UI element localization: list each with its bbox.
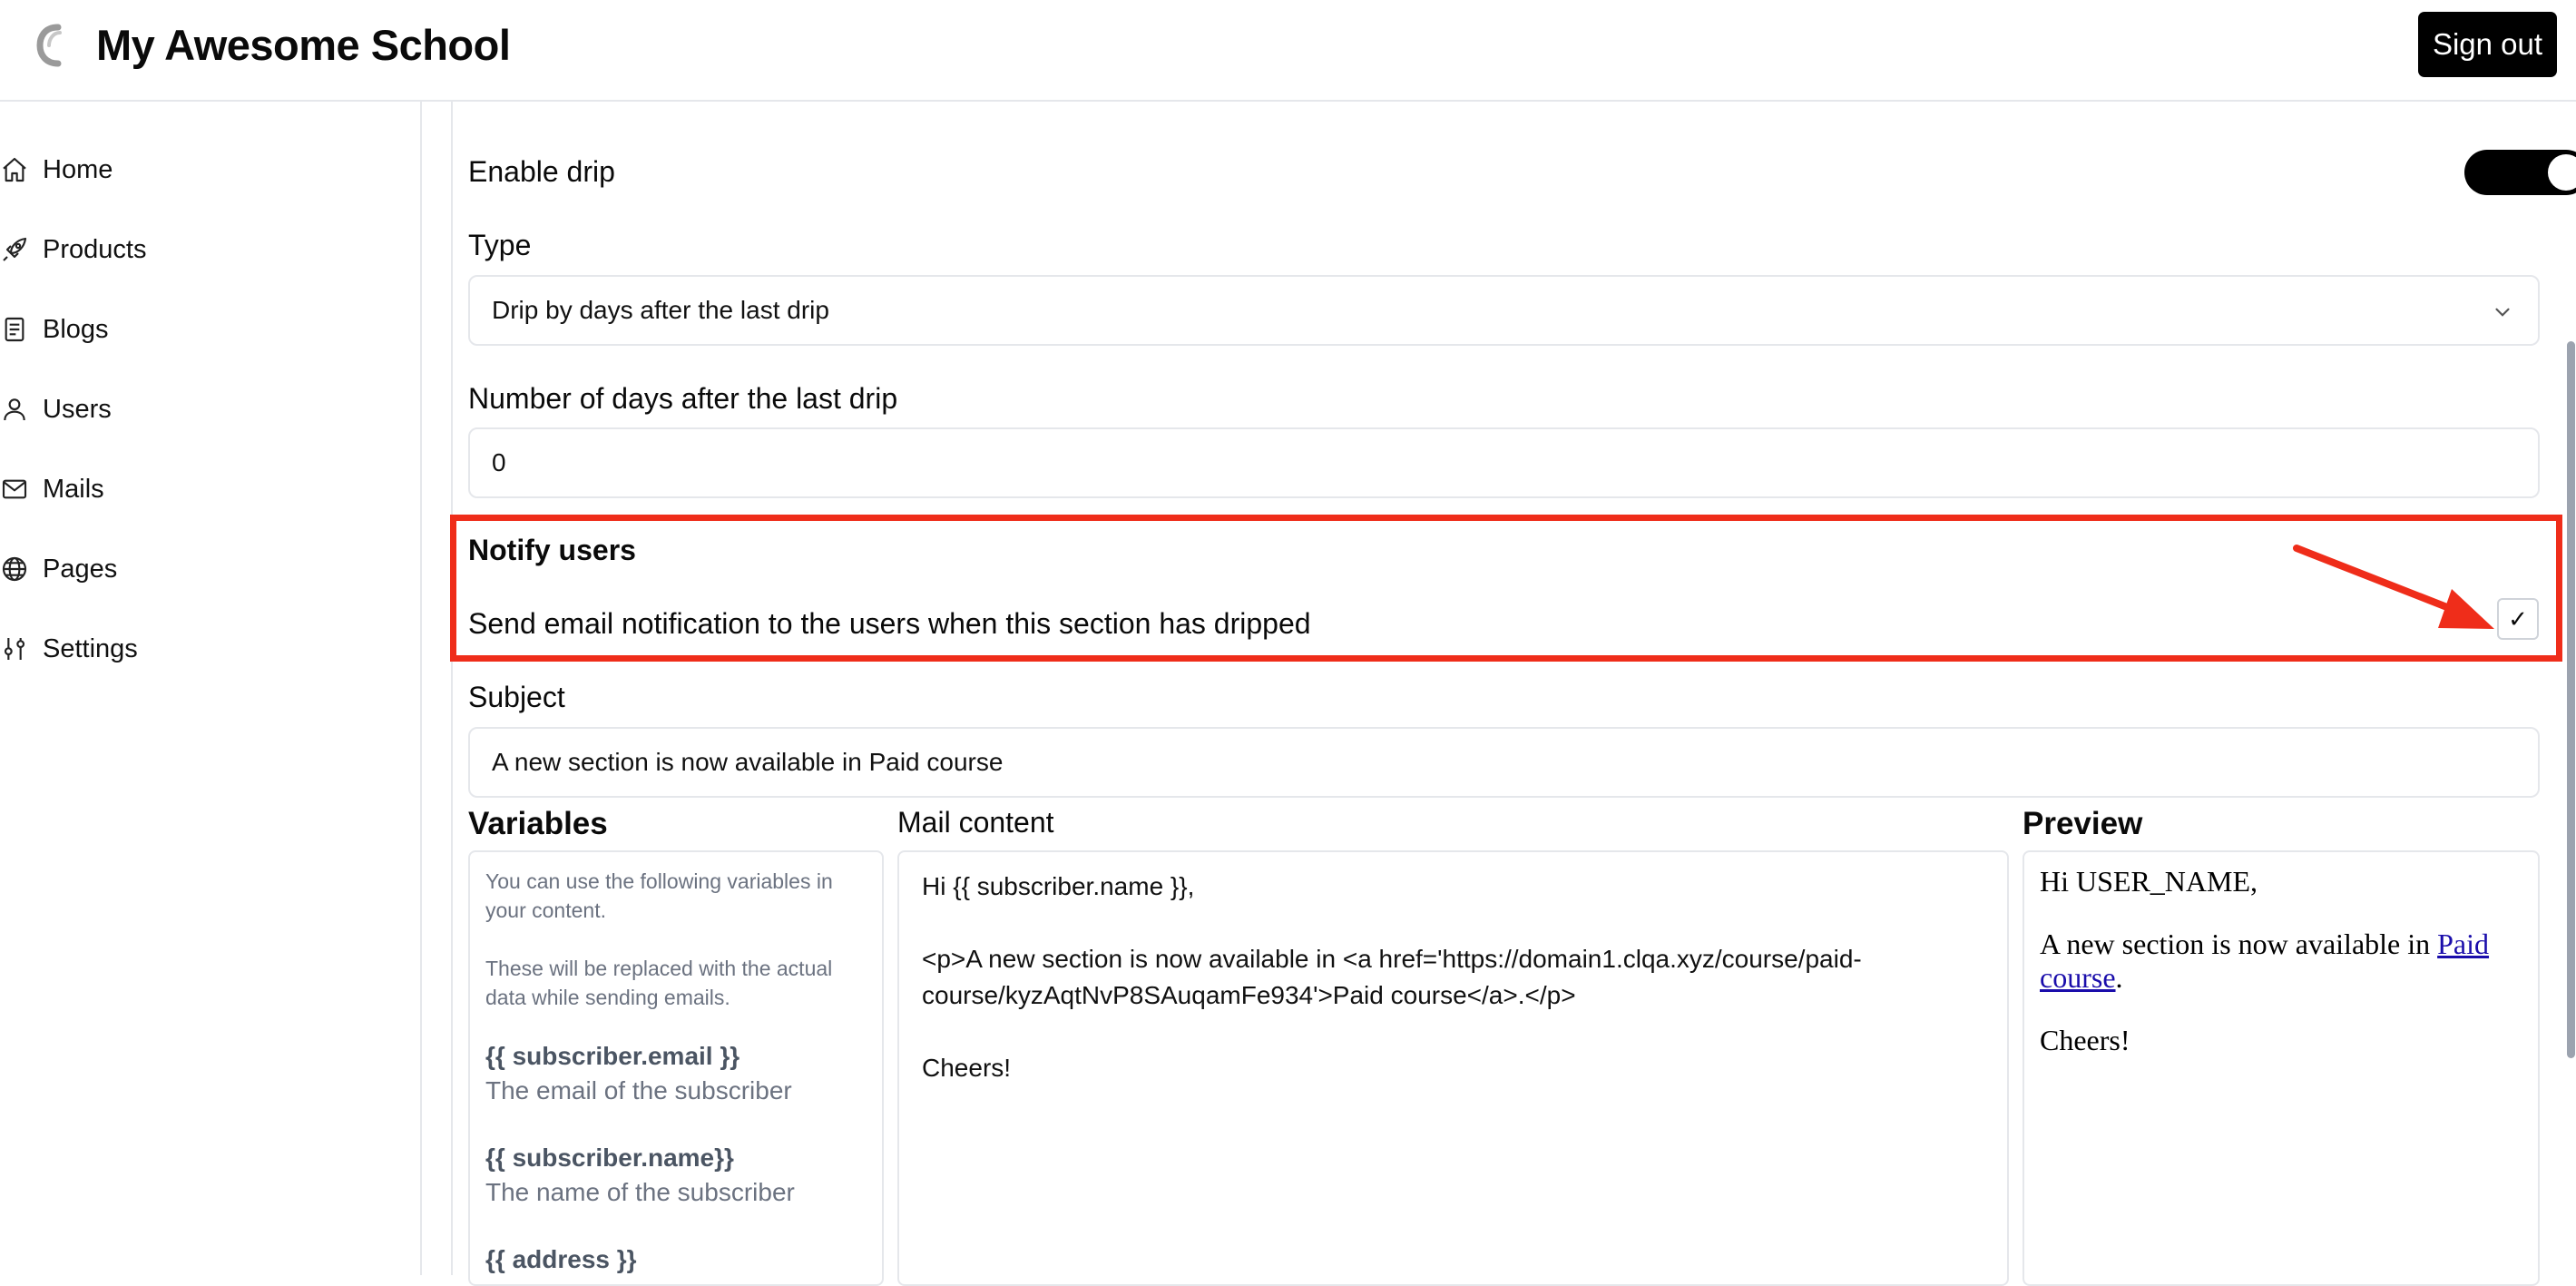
preview-body: A new section is now available in Paid c… (2040, 928, 2521, 995)
sidebar-item-label: Pages (43, 554, 118, 584)
rocket-icon (3, 237, 27, 261)
preview-title: Preview (2023, 806, 2143, 841)
mail-line: Cheers! (922, 1054, 1012, 1082)
sliders-icon (4, 638, 25, 660)
sidebar-item-pages[interactable]: Pages (0, 542, 399, 596)
enable-drip-toggle[interactable] (2464, 150, 2576, 195)
notify-description: Send email notification to the users whe… (468, 607, 1311, 640)
variable-description: The name of the subscriber (485, 1178, 795, 1206)
variable-name: {{ address }} (485, 1245, 637, 1273)
logo-icon (36, 24, 62, 67)
preview-panel: Hi USER_NAME, A new section is now avail… (2023, 850, 2540, 1286)
subject-input[interactable]: A new section is now available in Paid c… (468, 727, 2540, 798)
mail-content-text: Hi {{ subscriber.name }}, <p>A new secti… (922, 869, 1993, 1086)
sidebar-item-label: Mails (43, 474, 104, 504)
subject-input-value: A new section is now available in Paid c… (492, 748, 1004, 776)
sidebar-item-settings[interactable]: Settings (0, 622, 399, 676)
home-icon (3, 157, 26, 182)
notify-checkbox[interactable]: ✓ (2497, 598, 2539, 640)
chevron-down-icon (2495, 308, 2510, 317)
days-input-value: 0 (492, 448, 506, 476)
enable-drip-label: Enable drip (468, 155, 615, 188)
school-name: My Awesome School (96, 21, 511, 69)
variables-title: Variables (468, 806, 608, 841)
type-select[interactable]: Drip by days after the last drip (468, 275, 2540, 346)
toggle-knob (2548, 154, 2576, 191)
scrollbar[interactable] (2567, 341, 2575, 1058)
sidebar: Home Products Blogs Users Mails Pages Se… (0, 102, 422, 1275)
preview-body-suffix: . (2115, 961, 2123, 994)
sidebar-item-label: Settings (43, 633, 138, 663)
notify-title: Notify users (468, 534, 636, 566)
globe-icon (2, 556, 27, 582)
variables-intro-1: You can use the following variables in y… (485, 869, 833, 922)
sidebar-item-users[interactable]: Users (0, 382, 399, 437)
variable-name: {{ subscriber.name}} (485, 1144, 734, 1172)
mail-line: Hi {{ subscriber.name }}, (922, 872, 1195, 900)
sidebar-item-products[interactable]: Products (0, 222, 399, 277)
preview-greeting: Hi USER_NAME, (2040, 865, 2258, 898)
sidebar-item-label: Products (43, 234, 147, 264)
preview-body-text: A new section is now available in (2040, 928, 2431, 960)
sidebar-item-label: Blogs (43, 314, 109, 344)
subject-label: Subject (468, 681, 565, 713)
mail-content-title: Mail content (897, 806, 1054, 839)
preview-signoff: Cheers! (2040, 1024, 2130, 1056)
variable-description: The email of the subscriber (485, 1076, 792, 1104)
variables-intro-2: These will be replaced with the actual d… (485, 957, 833, 1009)
top-header: My Awesome School Sign out (0, 0, 2576, 102)
mail-line: course/kyzAqtNvP8SAuqamFe934'>Paid cours… (922, 981, 1576, 1009)
type-select-value: Drip by days after the last drip (492, 296, 829, 324)
checkmark-icon: ✓ (2508, 604, 2528, 633)
sign-out-button[interactable]: Sign out (2418, 12, 2557, 77)
type-label: Type (468, 229, 532, 261)
sidebar-item-label: Home (43, 154, 113, 184)
sidebar-item-mails[interactable]: Mails (0, 462, 399, 516)
variables-panel: You can use the following variables in y… (468, 850, 884, 1286)
sidebar-item-label: Users (43, 394, 112, 424)
mail-line: <p>A new section is now available in <a … (922, 945, 1862, 973)
mail-icon (2, 479, 27, 499)
mail-content-editor[interactable]: Hi {{ subscriber.name }}, <p>A new secti… (897, 850, 2009, 1286)
sidebar-item-home[interactable]: Home (0, 142, 399, 197)
variables-content: You can use the following variables in y… (485, 867, 867, 1277)
preview-content: Hi USER_NAME, A new section is now avail… (2040, 865, 2521, 1057)
days-label: Number of days after the last drip (468, 382, 898, 415)
variable-name: {{ subscriber.email }} (485, 1042, 740, 1070)
sidebar-item-blogs[interactable]: Blogs (0, 302, 399, 357)
user-icon (4, 398, 25, 421)
main-content: Enable drip Type Drip by days after the … (424, 102, 2576, 1286)
arrow-annotation-icon (2293, 545, 2494, 629)
document-icon (5, 317, 24, 342)
panel-divider (451, 102, 453, 1275)
days-input[interactable]: 0 (468, 427, 2540, 498)
